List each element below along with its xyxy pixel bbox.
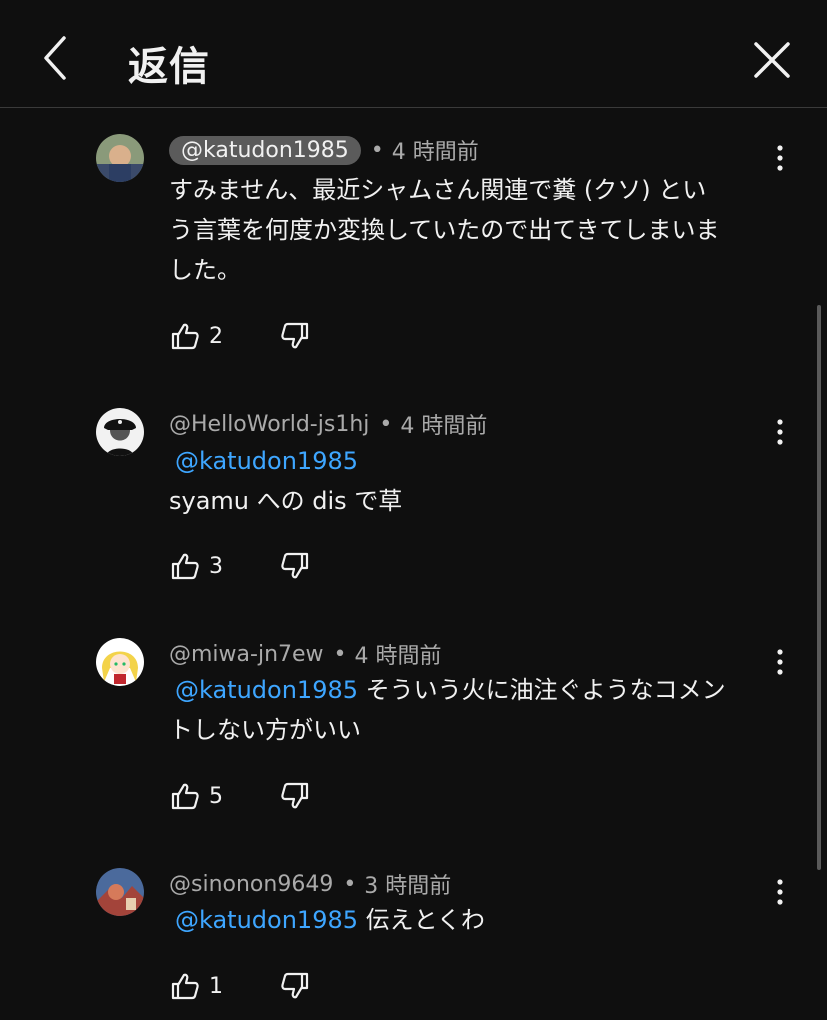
thumbs-up-icon[interactable]: [169, 550, 201, 582]
comment-meta: @miwa-jn7ew • 4 時間前: [169, 638, 442, 670]
avatar[interactable]: [96, 134, 144, 182]
avatar[interactable]: [96, 638, 144, 686]
comment-actions: 3: [169, 550, 311, 582]
comment-text-line: う言葉を何度か変換していたので出てきてしまいま: [169, 216, 720, 244]
scrollbar[interactable]: [817, 305, 821, 870]
like-count: 3: [209, 553, 223, 579]
comment-text: @katudon1985 伝えとくわ: [169, 900, 779, 940]
thumbs-down-icon[interactable]: [279, 970, 311, 1002]
comment-meta: @HelloWorld-js1hj • 4 時間前: [169, 408, 487, 440]
like-count: 1: [209, 973, 223, 999]
comment-text-line: syamu への dis で草: [169, 487, 403, 515]
page-title: 返信: [128, 44, 210, 90]
comment-text-line: そういう火に油注ぐようなコメン: [365, 676, 726, 704]
comment-text: @katudon1985 そういう火に油注ぐようなコメン トしない方がいい: [169, 670, 779, 750]
mention-link[interactable]: @katudon1985: [175, 676, 358, 704]
comment-actions: 1: [169, 970, 311, 1002]
comment-author[interactable]: @HelloWorld-js1hj: [169, 412, 369, 437]
mention-link[interactable]: @katudon1985: [175, 447, 358, 475]
avatar[interactable]: [96, 868, 144, 916]
comment-text-line: した。: [169, 256, 241, 284]
thumbs-down-icon[interactable]: [279, 550, 311, 582]
comment-text-line: すみません、最近シャムさん関連で糞 (クソ) とい: [169, 176, 707, 204]
like-count: 2: [209, 323, 223, 349]
comment-time: 3 時間前: [364, 874, 452, 899]
thumbs-up-icon[interactable]: [169, 970, 201, 1002]
comment-time: 4 時間前: [354, 644, 442, 669]
comment-time: 4 時間前: [400, 414, 488, 439]
comment-text-line: トしない方がいい: [169, 716, 361, 744]
comment-text: すみません、最近シャムさん関連で糞 (クソ) とい う言葉を何度か変換していたの…: [169, 170, 779, 290]
comment-actions: 2: [169, 320, 311, 352]
comment-author[interactable]: @miwa-jn7ew: [169, 642, 324, 667]
close-icon: [754, 42, 790, 78]
thumbs-up-icon[interactable]: [169, 320, 201, 352]
comment-text-line: 伝えとくわ: [365, 906, 485, 934]
header-bar: 返信: [0, 0, 827, 108]
back-button[interactable]: [36, 32, 80, 84]
comment-author[interactable]: @katudon1985: [169, 135, 361, 165]
mention-link[interactable]: @katudon1985: [175, 906, 358, 934]
comment-author[interactable]: @sinonon9649: [169, 872, 333, 897]
thumbs-down-icon[interactable]: [279, 780, 311, 812]
comment-meta: @katudon1985 • 4 時間前: [169, 134, 479, 166]
comment-text: @katudon1985 syamu への dis で草: [169, 441, 779, 521]
thumbs-down-icon[interactable]: [279, 320, 311, 352]
comment-meta: @sinonon9649 • 3 時間前: [169, 868, 451, 900]
comment-time: 4 時間前: [391, 140, 479, 165]
comment-actions: 5: [169, 780, 311, 812]
like-count: 5: [209, 783, 223, 809]
close-button[interactable]: [748, 36, 796, 84]
chevron-left-icon: [44, 36, 66, 80]
avatar[interactable]: [96, 408, 144, 456]
thumbs-up-icon[interactable]: [169, 780, 201, 812]
